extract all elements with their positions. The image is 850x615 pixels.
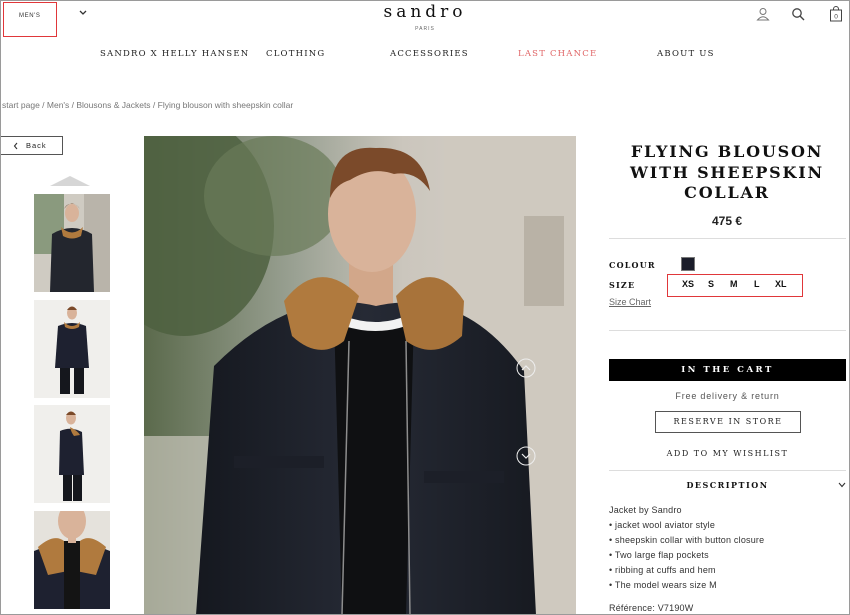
back-button-label: Back [26,141,47,150]
back-button[interactable]: Back [0,136,63,155]
description-line: Jacket by Sandro [609,505,682,515]
product-title-line-2: WITH SHEEPSKIN [630,162,824,182]
chevron-down-icon[interactable] [838,482,846,488]
gender-selector-label: MEN'S [19,13,41,19]
colour-label: COLOUR [609,260,656,270]
description-heading[interactable]: DESCRIPTION [609,480,846,490]
divider [609,470,846,471]
product-thumbnail-3[interactable] [34,405,110,503]
chevron-down-icon[interactable] [78,9,88,17]
brand-logo-sub: PARIS [415,26,435,32]
divider [609,330,846,331]
main-product-image [144,136,576,615]
image-scroll-up-icon[interactable] [516,358,536,378]
product-title: FLYING BLOUSON WITH SHEEPSKIN COLLAR [609,142,845,204]
search-icon[interactable] [791,7,805,21]
product-price: 475 € [711,214,743,228]
chevron-left-icon [13,142,18,150]
divider [609,238,846,239]
nav-clothing[interactable]: CLOTHING [266,49,325,59]
nav-about-us[interactable]: ABOUT US [657,49,715,59]
product-thumbnail-2[interactable] [34,300,110,398]
size-chart-link[interactable]: Size Chart [609,297,651,307]
size-option-xl[interactable]: XL [775,279,787,289]
description-line: • sheepskin collar with button closure [609,535,765,545]
size-option-s[interactable]: S [708,279,714,289]
account-icon[interactable] [756,7,770,21]
nav-last-chance[interactable]: LAST CHANCE [518,49,597,59]
product-title-line-1: FLYING BLOUSON [630,142,824,161]
brand-logo[interactable]: sandro [360,2,490,22]
gender-selector[interactable]: MEN'S [3,2,57,37]
nav-sandro-x-helly-hansen[interactable]: SANDRO X HELLY HANSEN [100,49,249,59]
size-label: SIZE [609,280,636,290]
free-delivery-note: Free delivery & return [675,391,780,401]
size-option-m[interactable]: M [730,279,738,289]
thumbnails-scroll-up-icon[interactable] [50,176,90,186]
nav-accessories[interactable]: ACCESSORIES [390,49,469,59]
image-scroll-down-icon[interactable] [516,446,536,466]
product-thumbnail-1[interactable] [34,194,110,292]
colour-swatch-navy[interactable] [681,257,695,271]
cart-count: 0 [834,14,838,21]
breadcrumb[interactable]: start page / Men's / Blousons & Jackets … [2,100,293,110]
product-reference: Référence: V7190W [609,603,694,613]
bag-icon[interactable]: 0 [829,6,843,22]
reserve-in-store-button[interactable]: RESERVE IN STORE [655,411,801,433]
description-line: • jacket wool aviator style [609,520,716,530]
size-option-l[interactable]: L [754,279,760,289]
product-thumbnail-4[interactable] [34,511,110,609]
product-title-line-3: COLLAR [684,183,770,202]
description-line: • ribbing at cuffs and hem [609,565,716,575]
description-line: • The model wears size M [609,580,717,590]
add-to-wishlist-link[interactable]: ADD TO MY WISHLIST [609,449,846,458]
add-to-cart-button[interactable]: IN THE CART [609,359,846,381]
size-option-xs[interactable]: XS [682,279,694,289]
description-line: • Two large flap pockets [609,550,709,560]
